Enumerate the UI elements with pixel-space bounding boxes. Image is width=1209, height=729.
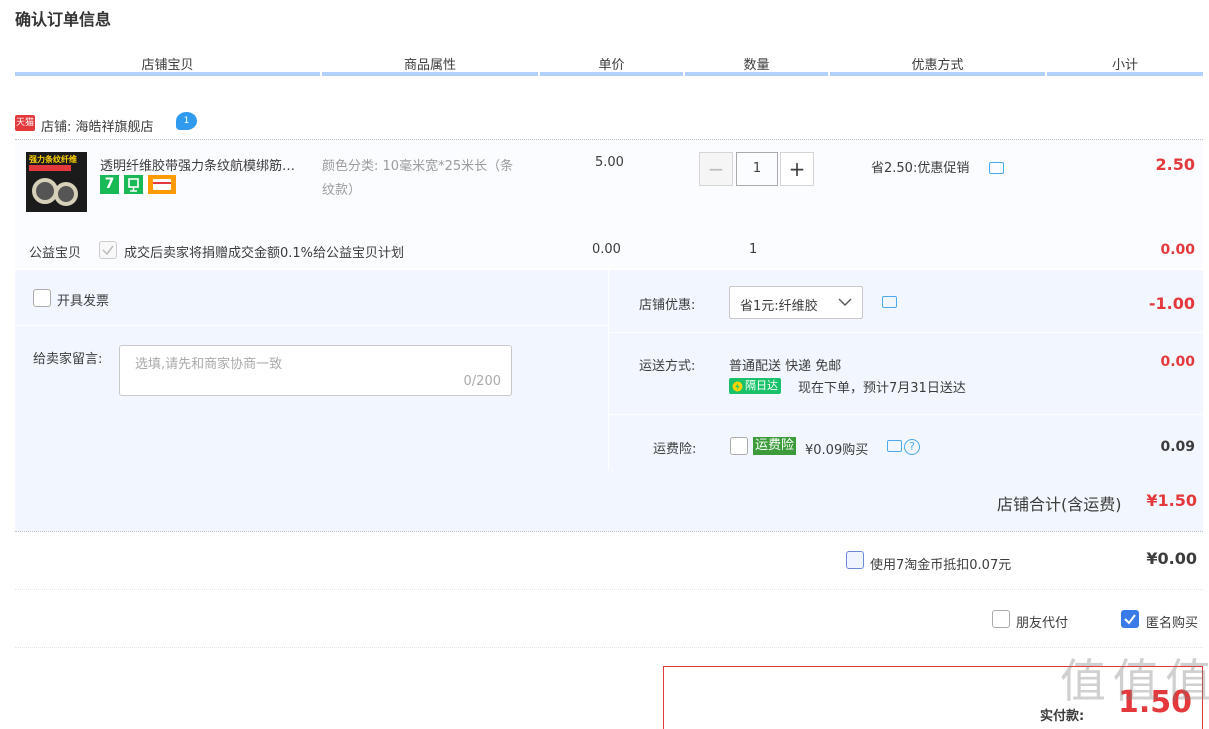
next-day-badge: 隔日达 xyxy=(729,378,781,394)
header-underline xyxy=(830,72,1045,76)
message-char-counter: 0/200 xyxy=(463,374,501,389)
delivery-amount: 0.00 xyxy=(1160,354,1195,370)
divider xyxy=(15,647,1203,648)
message-textarea[interactable]: 选填,请先和商家协商一致 0/200 xyxy=(119,345,512,396)
shop-discount-label: 店铺优惠: xyxy=(639,298,696,313)
charity-subtotal: 0.00 xyxy=(1160,242,1195,258)
next-day-tag: 隔日达 xyxy=(729,378,781,394)
column-header-quantity: 数量 xyxy=(743,58,770,73)
insurance-amount: 0.09 xyxy=(1160,439,1195,455)
anonymous-label: 匿名购买 xyxy=(1146,616,1199,631)
message-label: 给卖家留言: xyxy=(33,352,103,367)
sku-label: 颜色分类: xyxy=(322,159,379,174)
charity-qty: 1 xyxy=(749,242,758,257)
insurance-tag: 运费险 xyxy=(753,437,797,455)
invoice-checkbox[interactable] xyxy=(33,289,51,307)
page-title: 确认订单信息 xyxy=(15,10,112,29)
charity-text: 成交后卖家将捐赠成交金额0.1%给公益宝贝计划 xyxy=(124,246,405,261)
header-underline xyxy=(1047,72,1203,76)
watermark-logo: 值 值 值 xyxy=(1060,654,1209,708)
header-underline xyxy=(15,72,320,76)
seven-day-return-icon[interactable]: 7 xyxy=(100,175,119,194)
anonymous-checkbox[interactable] xyxy=(1121,610,1139,628)
product-thumbnail[interactable]: 强力条纹纤维 xyxy=(26,152,87,212)
promotion-detail-icon[interactable] xyxy=(989,162,1004,174)
delivery-label: 运送方式: xyxy=(639,359,696,374)
quantity-input[interactable]: 1 xyxy=(736,152,778,186)
shop-total-label: 店铺合计(含运费) xyxy=(997,495,1122,514)
shop-discount-select[interactable]: 省1元:纤维胶 xyxy=(729,286,863,319)
divider xyxy=(609,414,1203,415)
header-underline xyxy=(540,72,683,76)
wangwang-chat-icon[interactable]: 1 xyxy=(176,112,197,130)
tmall-badge-icon: 天猫 xyxy=(15,115,35,131)
invoice-label: 开具发票 xyxy=(57,294,110,309)
quantity-decrease-button[interactable]: − xyxy=(699,152,733,186)
chevron-down-icon xyxy=(838,298,852,306)
thumbnail-text: 强力条纹纤维 xyxy=(29,155,77,164)
friend-pay-checkbox[interactable] xyxy=(992,610,1010,628)
column-header-attributes: 商品属性 xyxy=(403,58,456,73)
coins-checkbox[interactable] xyxy=(846,551,864,569)
next-day-tag-text: 隔日达 xyxy=(745,379,778,392)
shop-total-amount: ¥1.50 xyxy=(1146,491,1197,510)
coins-label: 使用7淘金币抵扣0.07元 xyxy=(870,558,1012,573)
friend-pay-label: 朋友代付 xyxy=(1016,616,1069,631)
credit-card-icon[interactable] xyxy=(148,175,176,194)
discount-detail-icon[interactable] xyxy=(882,296,897,308)
column-header-subtotal: 小计 xyxy=(1111,58,1138,73)
insurance-label: 运费险: xyxy=(653,442,697,457)
charity-price: 0.00 xyxy=(592,242,621,257)
divider xyxy=(15,589,1203,590)
delivery-method: 普通配送 快递 免邮 xyxy=(729,359,842,374)
coins-amount: ¥0.00 xyxy=(1146,549,1197,568)
promotion-text: 省2.50:优惠促销 xyxy=(871,161,970,176)
help-icon[interactable]: ? xyxy=(904,439,920,455)
header-underline xyxy=(685,72,828,76)
divider xyxy=(15,531,1203,532)
item-subtotal: 2.50 xyxy=(1155,155,1195,174)
insurance-checkbox[interactable] xyxy=(730,437,748,455)
insurance-detail-icon[interactable] xyxy=(887,440,902,452)
charity-checkbox xyxy=(99,241,117,259)
shop-discount-selected: 省1元:纤维胶 xyxy=(740,299,818,314)
quantity-increase-button[interactable]: + xyxy=(780,152,814,186)
check-icon xyxy=(1124,614,1136,625)
shop-discount-amount: -1.00 xyxy=(1148,294,1195,313)
product-title-link[interactable]: 透明纤维胶带强力条纹航模绑筋… xyxy=(100,155,315,174)
charity-label: 公益宝贝 xyxy=(29,246,82,261)
message-placeholder: 选填,请先和商家协商一致 xyxy=(135,357,283,372)
column-header-discount: 优惠方式 xyxy=(911,58,964,73)
product-attributes: 颜色分类: 10毫米宽*25米长（条纹款） xyxy=(322,155,522,203)
lightning-icon xyxy=(732,381,743,391)
thumbnail-stripe xyxy=(29,165,71,171)
delivery-eta: 现在下单，预计7月31日送达 xyxy=(798,381,966,396)
insurance-price: ¥0.09购买 xyxy=(805,443,869,458)
unit-price: 5.00 xyxy=(595,155,624,170)
column-header-unit-price: 单价 xyxy=(598,58,625,73)
tape-roll-graphic xyxy=(54,182,78,206)
column-header-shop-item: 店铺宝贝 xyxy=(141,58,194,73)
divider xyxy=(609,332,1203,333)
guarantee-icon[interactable] xyxy=(124,175,143,194)
header-underline xyxy=(322,72,538,76)
shop-name-link[interactable]: 店铺: 海皓祥旗舰店 xyxy=(41,116,154,135)
